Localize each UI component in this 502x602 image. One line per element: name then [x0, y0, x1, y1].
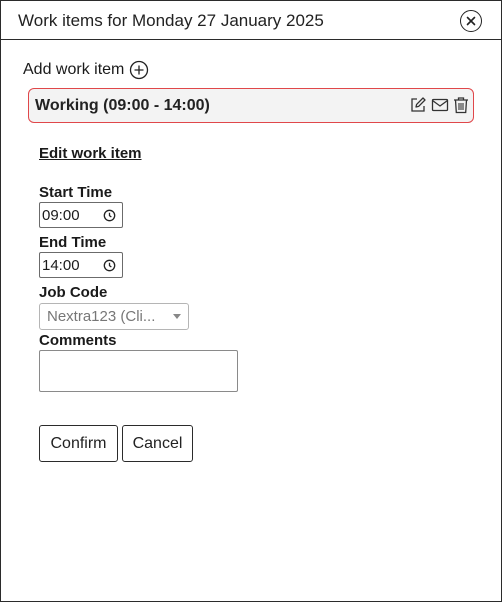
clock-icon[interactable]	[103, 259, 116, 272]
dropdown-arrow-icon	[173, 314, 181, 319]
add-work-item-button[interactable]: Add work item	[23, 60, 149, 80]
clock-icon[interactable]	[103, 209, 116, 222]
end-time-label: End Time	[39, 234, 107, 251]
start-time-value: 09:00	[42, 206, 80, 224]
start-time-label: Start Time	[39, 184, 113, 201]
cancel-button[interactable]: Cancel	[122, 425, 193, 462]
add-work-item-label: Add work item	[23, 61, 125, 78]
plus-circle-icon	[130, 60, 149, 80]
start-time-input[interactable]: 09:00	[39, 202, 123, 228]
end-time-value: 14:00	[42, 256, 80, 274]
comments-label: Comments	[39, 332, 117, 349]
edit-icon[interactable]	[409, 96, 427, 114]
dialog-title: Work items for Monday 27 January 2025	[18, 11, 324, 30]
job-code-value: Nextra123 (Cli...	[47, 308, 156, 325]
mail-icon[interactable]	[431, 96, 449, 114]
dialog-header: Work items for Monday 27 January 2025	[1, 1, 501, 40]
job-code-label: Job Code	[39, 284, 108, 301]
work-item-actions	[409, 96, 469, 114]
confirm-button[interactable]: Confirm	[39, 425, 118, 462]
work-items-dialog: Work items for Monday 27 January 2025 Ad…	[0, 0, 502, 602]
close-icon	[466, 16, 476, 26]
edit-work-item-heading: Edit work item	[39, 145, 142, 162]
job-code-select[interactable]: Nextra123 (Cli...	[39, 303, 189, 330]
trash-icon[interactable]	[453, 96, 469, 114]
close-button[interactable]	[460, 10, 482, 32]
comments-textarea[interactable]	[39, 350, 238, 392]
work-item-title: Working (09:00 - 14:00)	[35, 97, 210, 114]
work-item-row[interactable]: Working (09:00 - 14:00)	[28, 88, 474, 123]
end-time-input[interactable]: 14:00	[39, 252, 123, 278]
